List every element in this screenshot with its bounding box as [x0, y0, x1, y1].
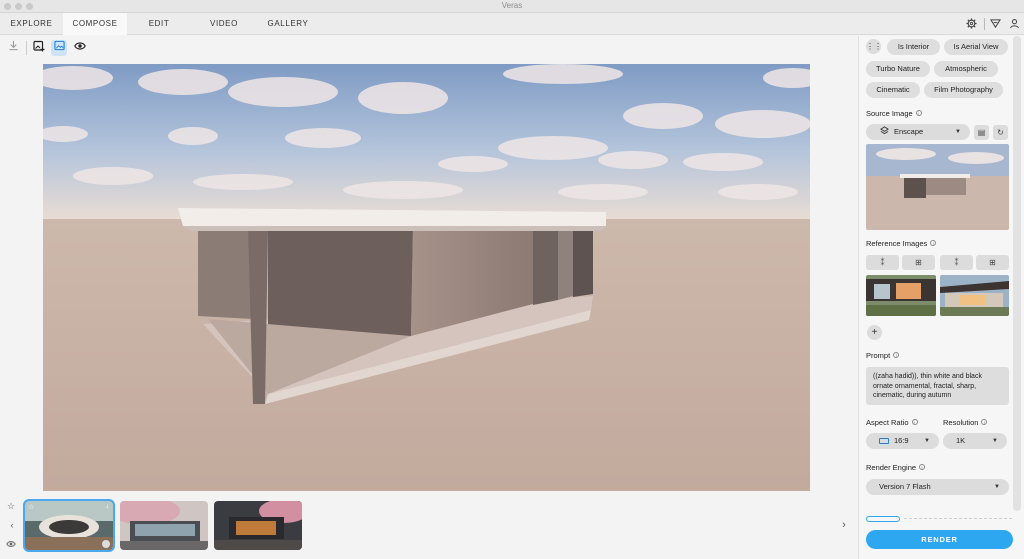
tab-edit[interactable]: EDIT — [130, 13, 188, 35]
chevron-down-icon: ▼ — [955, 129, 961, 135]
add-image-icon[interactable]: ⊞ — [976, 255, 1009, 270]
tab-video[interactable]: VIDEO — [195, 13, 253, 35]
aspect-ratio-value: 16:9 — [894, 436, 909, 445]
add-image-icon[interactable]: ⊞ — [902, 255, 935, 270]
eye-icon[interactable] — [72, 40, 88, 56]
chip-cinematic[interactable]: Cinematic — [866, 82, 920, 98]
document-icon[interactable]: ▤ — [974, 125, 989, 140]
info-icon[interactable]: i — [911, 419, 918, 425]
aspect-ratio-icon — [879, 438, 889, 444]
star-icon[interactable]: ☆ — [5, 501, 17, 512]
prompt-heading: Prompt i — [866, 351, 900, 360]
aspect-ratio-dropdown[interactable]: 16:9 ▼ — [866, 433, 939, 449]
render-engine-dropdown[interactable]: Version 7 Flash ▼ — [866, 479, 1009, 495]
source-dropdown[interactable]: Enscape ▼ — [866, 124, 970, 140]
source-image-preview[interactable] — [866, 144, 1009, 230]
title-bar: Veras — [0, 0, 1024, 13]
main-tab-bar: EXPLORE COMPOSE EDIT VIDEO GALLERY — [0, 13, 1024, 35]
prompt-label: Prompt — [866, 351, 891, 360]
chip-film-photography[interactable]: Film Photography — [924, 82, 1003, 98]
image-icon[interactable] — [51, 40, 67, 56]
chevron-down-icon: ▼ — [924, 438, 930, 444]
refresh-icon[interactable]: ↻ — [993, 125, 1008, 140]
star-icon[interactable]: ☆ — [28, 503, 34, 511]
chevron-right-icon[interactable]: › — [838, 519, 850, 531]
gear-icon[interactable] — [965, 18, 977, 30]
filter-icon[interactable] — [989, 18, 1001, 30]
info-icon[interactable]: i — [915, 110, 922, 116]
render-button[interactable]: RENDER — [866, 530, 1013, 549]
aspect-ratio-label: Aspect Ratio — [866, 418, 909, 427]
render-engine-value: Version 7 Flash — [879, 482, 931, 491]
info-icon[interactable]: i — [919, 464, 926, 470]
resolution-label: Resolution — [943, 418, 979, 427]
chip-is-interior[interactable]: Is Interior — [887, 39, 940, 55]
download-icon[interactable]: ↓ — [106, 503, 110, 510]
app-title: Veras — [501, 1, 523, 10]
header-divider — [984, 18, 985, 30]
prompt-textarea[interactable]: ((zaha hadid)), thin white and black orn… — [866, 367, 1009, 405]
layers-icon — [880, 124, 889, 140]
info-icon[interactable]: i — [893, 352, 900, 358]
render-thumbnail[interactable] — [120, 501, 208, 550]
add-image-icon[interactable] — [31, 40, 47, 56]
tab-gallery[interactable]: GALLERY — [259, 13, 317, 35]
source-image-label: Source Image — [866, 109, 913, 118]
source-value: Enscape — [894, 127, 924, 136]
progress-track — [904, 518, 1012, 520]
source-image-heading: Source Image i — [866, 109, 922, 118]
chip-turbo-nature[interactable]: Turbo Nature — [866, 61, 930, 77]
render-engine-label: Render Engine — [866, 463, 917, 472]
grid-icon[interactable]: ⋮⋮ — [866, 39, 882, 54]
clear-reference-icon[interactable]: ⁑ — [940, 255, 973, 270]
resolution-heading: Resolution i — [943, 418, 988, 427]
panel-scrollbar[interactable] — [1013, 36, 1021, 511]
source-render-viewport[interactable] — [43, 64, 810, 491]
info-icon[interactable]: i — [930, 240, 937, 246]
resolution-value: 1K — [956, 436, 966, 445]
chevron-down-icon: ▼ — [992, 438, 998, 444]
reference-image[interactable] — [940, 275, 1009, 316]
reference-images-heading: Reference Images i — [866, 239, 937, 248]
download-icon[interactable] — [5, 40, 21, 56]
reference-image[interactable] — [866, 275, 936, 316]
resolution-dropdown[interactable]: 1K ▼ — [943, 433, 1007, 449]
tab-explore[interactable]: EXPLORE — [0, 13, 63, 35]
info-icon[interactable]: i — [981, 419, 988, 425]
add-reference-button[interactable]: + — [867, 325, 882, 340]
reference-images-label: Reference Images — [866, 239, 928, 248]
toolbar-divider — [26, 41, 27, 55]
render-thumbnail[interactable]: ☆ ↓ — [23, 499, 115, 552]
user-icon[interactable] — [1008, 18, 1020, 30]
chip-atmospheric[interactable]: Atmospheric — [934, 61, 998, 77]
chevron-left-icon[interactable]: ‹ — [6, 520, 18, 530]
tab-compose[interactable]: COMPOSE — [63, 13, 127, 35]
aspect-ratio-heading: Aspect Ratio i — [866, 418, 918, 427]
progress-indicator — [866, 516, 900, 522]
info-icon[interactable] — [102, 540, 110, 548]
render-thumbnail[interactable] — [214, 501, 302, 550]
clear-reference-icon[interactable]: ⁑ — [866, 255, 899, 270]
eye-icon[interactable] — [5, 540, 17, 550]
chevron-down-icon: ▼ — [994, 484, 1000, 490]
render-engine-heading: Render Engine i — [866, 463, 926, 472]
chip-is-aerial-view[interactable]: Is Aerial View — [944, 39, 1008, 55]
